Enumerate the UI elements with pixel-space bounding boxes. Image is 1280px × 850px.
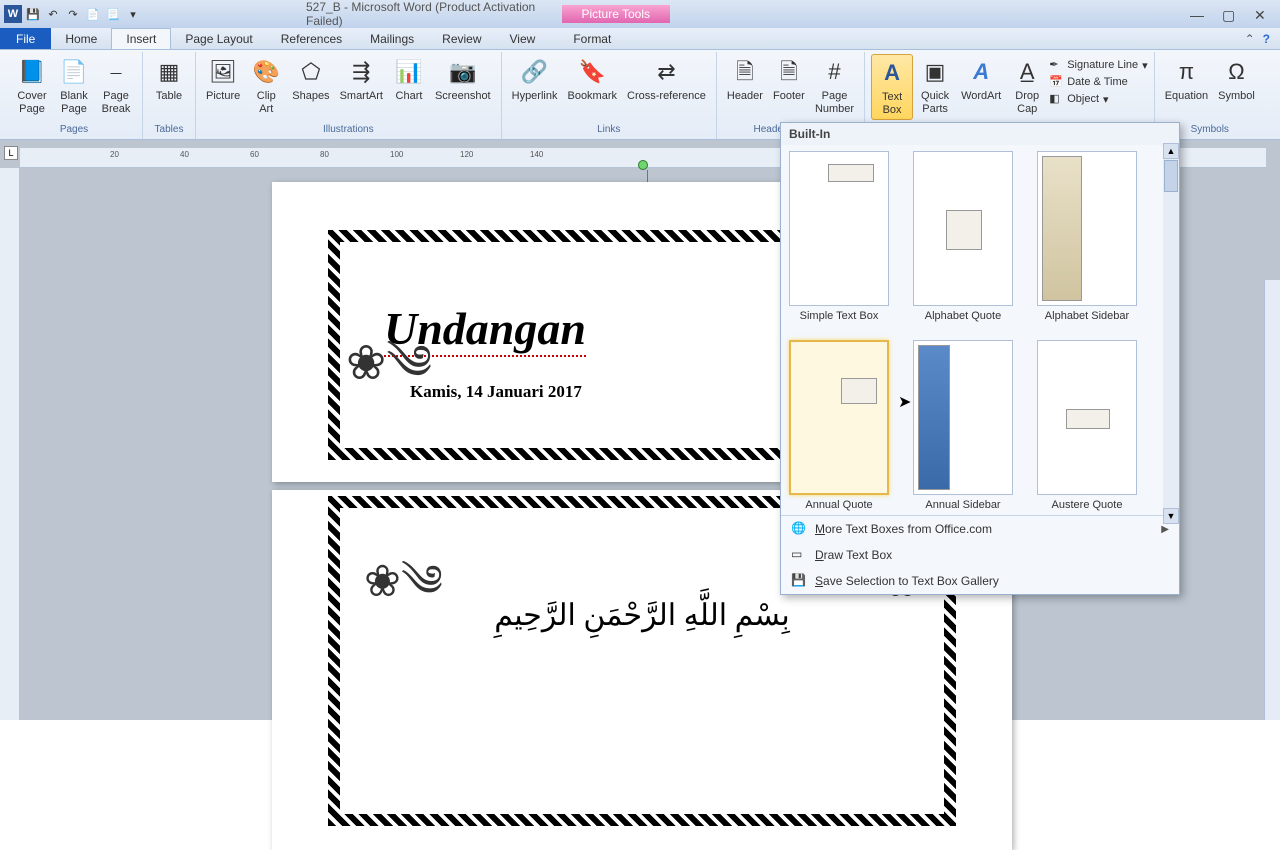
quick-access-toolbar: W 💾 ↶ ↷ 📄 📃 ▾ <box>0 5 146 23</box>
tab-page-layout[interactable]: Page Layout <box>171 28 266 49</box>
gallery-item-simple-text-box[interactable]: Simple Text Box <box>787 151 891 322</box>
equation-button[interactable]: πEquation <box>1161 54 1212 105</box>
new-icon[interactable]: 📄 <box>84 5 102 23</box>
page-number-button[interactable]: #Page Number <box>811 54 858 118</box>
gallery-item-austere-quote[interactable]: Austere Quote <box>1035 340 1139 511</box>
floral-ornament-icon: ❀༄ <box>346 309 432 444</box>
title-bar: W 💾 ↶ ↷ 📄 📃 ▾ 527_B - Microsoft Word (Pr… <box>0 0 1280 28</box>
tab-format[interactable]: Format <box>559 28 625 49</box>
group-tables: ▦Table Tables <box>143 52 196 139</box>
more-text-boxes-command[interactable]: 🌐 More Text Boxes from Office.com ▶ <box>781 516 1179 542</box>
draw-text-box-command[interactable]: ▭ Draw Text Box <box>781 542 1179 568</box>
quick-parts-button[interactable]: ▣Quick Parts <box>915 54 955 118</box>
wordart-button[interactable]: AWordArt <box>957 54 1005 105</box>
floral-ornament-icon: ❀༄ <box>364 532 443 656</box>
tab-mailings[interactable]: Mailings <box>356 28 428 49</box>
chart-button[interactable]: 📊Chart <box>389 54 429 105</box>
gallery-item-annual-quote[interactable]: Annual Quote <box>787 340 891 511</box>
footer-button[interactable]: 🗎Footer <box>769 54 809 105</box>
blank-page-button[interactable]: 📄Blank Page <box>54 54 94 118</box>
office-icon: 🌐 <box>791 521 807 537</box>
group-illustrations: 🖼Picture 🎨Clip Art ⬠Shapes ⇶SmartArt 📊Ch… <box>196 52 502 139</box>
scroll-thumb[interactable] <box>1164 160 1178 192</box>
bookmark-button[interactable]: 🔖Bookmark <box>563 54 621 105</box>
drop-cap-button[interactable]: A̲Drop Cap <box>1007 54 1047 118</box>
tab-insert[interactable]: Insert <box>111 28 171 49</box>
save-selection-command[interactable]: 💾 Save Selection to Text Box Gallery <box>781 568 1179 594</box>
draw-label: raw Text Box <box>824 548 892 562</box>
date-text: Kamis, 14 Januari 2017 <box>410 382 582 402</box>
contextual-tab-picture-tools: Picture Tools <box>562 5 670 23</box>
gallery-section-header: Built-In <box>781 123 1179 145</box>
redo-icon[interactable]: ↷ <box>64 5 82 23</box>
vertical-scrollbar[interactable] <box>1264 280 1280 720</box>
screenshot-button[interactable]: 📷Screenshot <box>431 54 495 105</box>
save-gallery-icon: 💾 <box>791 573 807 589</box>
tab-file[interactable]: File <box>0 28 51 49</box>
object-button[interactable]: ◧Object ▾ <box>1049 92 1147 106</box>
window-controls: — ▢ ✕ <box>1190 7 1280 21</box>
qat-dropdown-icon[interactable]: ▾ <box>124 5 142 23</box>
more-label: ore Text Boxes from Office.com <box>825 522 992 536</box>
print-preview-icon[interactable]: 📃 <box>104 5 122 23</box>
scroll-up-icon[interactable]: ▲ <box>1163 143 1179 159</box>
tab-view[interactable]: View <box>496 28 550 49</box>
rotation-handle[interactable] <box>638 160 648 170</box>
word-icon[interactable]: W <box>4 5 22 23</box>
shapes-button[interactable]: ⬠Shapes <box>288 54 333 105</box>
bismillah-text: بِسْمِ اللَّهِ الرَّحْمَنِ الرَّحِيمِ <box>494 598 789 633</box>
gallery-grid: Simple Text Box Alphabet Quote Alphabet … <box>781 145 1179 515</box>
page-break-button[interactable]: ⎯Page Break <box>96 54 136 118</box>
maximize-icon[interactable]: ▢ <box>1222 7 1236 21</box>
draw-icon: ▭ <box>791 547 807 563</box>
tab-selector[interactable]: L <box>4 146 18 160</box>
save-label: ave Selection to Text Box Gallery <box>823 574 999 588</box>
window-title: 527_B - Microsoft Word (Product Activati… <box>146 0 562 28</box>
cross-reference-button[interactable]: ⇄Cross-reference <box>623 54 710 105</box>
submenu-arrow-icon: ▶ <box>1161 524 1169 535</box>
group-pages: 📘Cover Page 📄Blank Page ⎯Page Break Page… <box>6 52 143 139</box>
hyperlink-button[interactable]: 🔗Hyperlink <box>508 54 562 105</box>
undo-icon[interactable]: ↶ <box>44 5 62 23</box>
scroll-down-icon[interactable]: ▼ <box>1163 508 1179 524</box>
cover-page-button[interactable]: 📘Cover Page <box>12 54 52 118</box>
smartart-button[interactable]: ⇶SmartArt <box>336 54 387 105</box>
clip-art-button[interactable]: 🎨Clip Art <box>246 54 286 118</box>
ribbon-tabs: File Home Insert Page Layout References … <box>0 28 1280 50</box>
table-button[interactable]: ▦Table <box>149 54 189 105</box>
tab-references[interactable]: References <box>267 28 356 49</box>
gallery-item-alphabet-quote[interactable]: Alphabet Quote <box>911 151 1015 322</box>
gallery-item-annual-sidebar[interactable]: Annual Sidebar <box>911 340 1015 511</box>
gallery-footer: 🌐 More Text Boxes from Office.com ▶ ▭ Dr… <box>781 515 1179 594</box>
tab-home[interactable]: Home <box>51 28 111 49</box>
gallery-item-alphabet-sidebar[interactable]: Alphabet Sidebar <box>1035 151 1139 322</box>
signature-line-button[interactable]: ✒Signature Line ▾ <box>1049 58 1147 72</box>
header-button[interactable]: 🗎Header <box>723 54 767 105</box>
text-box-button[interactable]: AText Box <box>871 54 913 120</box>
minimize-icon[interactable]: — <box>1190 7 1204 21</box>
help-icon[interactable]: ? <box>1263 32 1270 46</box>
group-links: 🔗Hyperlink 🔖Bookmark ⇄Cross-reference Li… <box>502 52 717 139</box>
gallery-scrollbar[interactable]: ▲ ▼ <box>1163 143 1179 524</box>
close-icon[interactable]: ✕ <box>1254 7 1268 21</box>
tab-review[interactable]: Review <box>428 28 495 49</box>
save-icon[interactable]: 💾 <box>24 5 42 23</box>
text-box-gallery: Built-In Simple Text Box Alphabet Quote … <box>780 122 1180 595</box>
symbol-button[interactable]: ΩSymbol <box>1214 54 1259 105</box>
picture-button[interactable]: 🖼Picture <box>202 54 244 105</box>
date-time-button[interactable]: 📅Date & Time <box>1049 75 1147 89</box>
vertical-ruler[interactable] <box>0 168 20 720</box>
minimize-ribbon-icon[interactable]: ⌃ <box>1245 32 1255 46</box>
